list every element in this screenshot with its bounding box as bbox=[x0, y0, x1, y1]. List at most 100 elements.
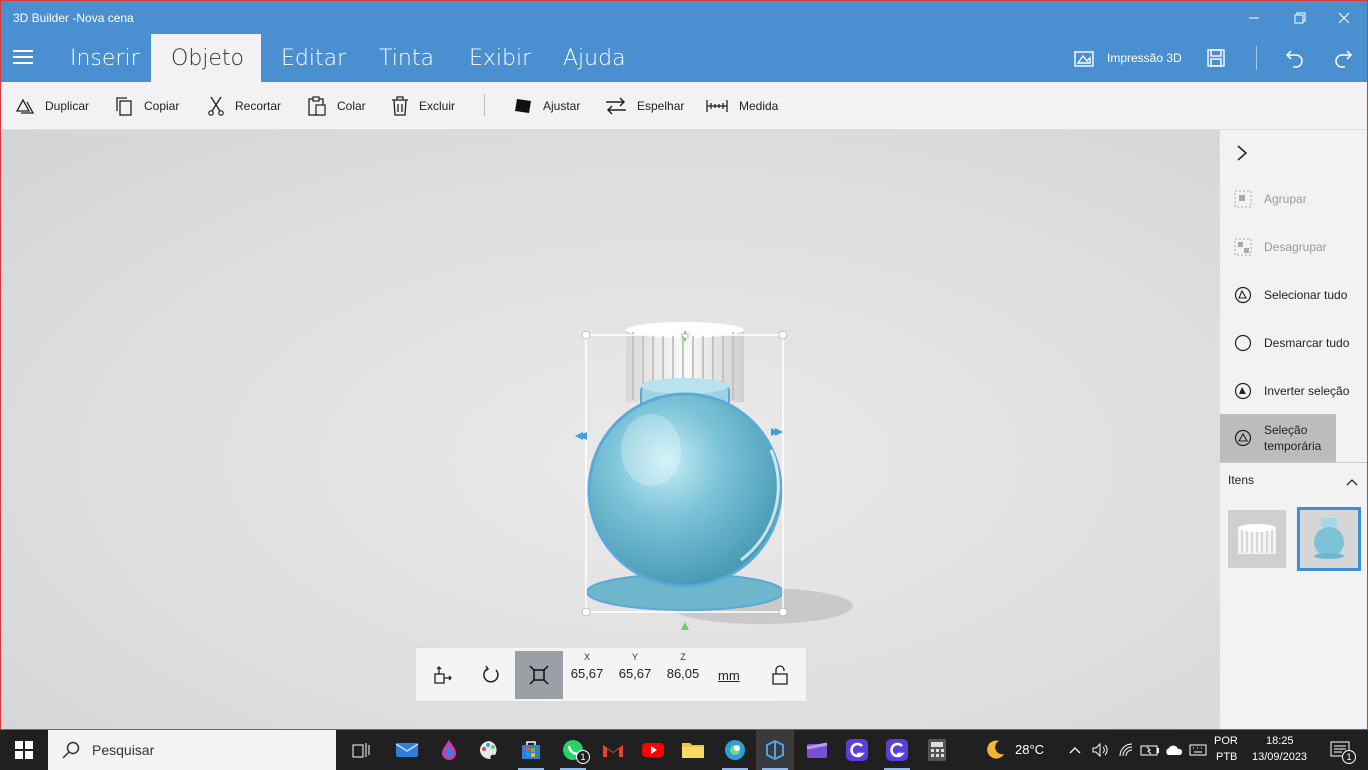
app-g-icon[interactable] bbox=[838, 730, 876, 770]
flask-object[interactable] bbox=[586, 378, 784, 611]
z-coordinate[interactable]: Z 86,05 bbox=[659, 652, 707, 681]
mail-icon[interactable] bbox=[388, 730, 426, 770]
measure-icon bbox=[706, 100, 728, 112]
weather-moon-icon[interactable] bbox=[976, 730, 1014, 770]
flask-thumbnail-icon bbox=[1314, 518, 1344, 559]
3d-viewport[interactable] bbox=[1, 130, 1219, 730]
items-header-label: Itens bbox=[1228, 473, 1255, 487]
hamburger-menu-icon[interactable] bbox=[13, 50, 33, 66]
paint-palette-icon[interactable] bbox=[470, 730, 508, 770]
items-section-header[interactable]: Itens bbox=[1220, 462, 1367, 497]
print-3d-icon bbox=[1074, 51, 1094, 67]
item-thumbnail-cap[interactable] bbox=[1228, 510, 1286, 568]
clock-date[interactable]: 13/09/2023 bbox=[1252, 751, 1307, 763]
rotate-handle-right[interactable] bbox=[771, 428, 783, 436]
x-coordinate[interactable]: X 65,67 bbox=[563, 652, 611, 681]
clock-time[interactable]: 18:25 bbox=[1266, 735, 1294, 747]
whatsapp-icon[interactable]: 1 bbox=[554, 730, 592, 770]
delete-button[interactable]: Excluir bbox=[391, 82, 455, 130]
chevron-up-icon[interactable] bbox=[1346, 478, 1358, 486]
language-code[interactable]: POR bbox=[1214, 735, 1238, 747]
keyboard-icon[interactable] bbox=[1184, 730, 1212, 770]
ungroup-label: Desagrupar bbox=[1264, 240, 1327, 254]
lock-open-icon bbox=[772, 665, 788, 685]
notifications-icon[interactable]: 1 bbox=[1320, 730, 1360, 770]
cut-button[interactable]: Recortar bbox=[207, 82, 281, 130]
collapse-panel-button[interactable] bbox=[1236, 144, 1248, 167]
ungroup-icon bbox=[1234, 238, 1252, 256]
x-value[interactable]: 65,67 bbox=[563, 666, 611, 681]
weather-temperature[interactable]: 28°C bbox=[1015, 742, 1044, 757]
paint-drop-icon[interactable] bbox=[430, 730, 468, 770]
youtube-icon[interactable] bbox=[634, 730, 672, 770]
select-all-label: Selecionar tudo bbox=[1264, 288, 1348, 302]
z-value[interactable]: 86,05 bbox=[659, 666, 707, 681]
temporary-selection-button[interactable]: Seleção temporária bbox=[1220, 414, 1336, 462]
mirror-label: Espelhar bbox=[637, 99, 685, 113]
rotate-handle-left[interactable] bbox=[575, 432, 587, 440]
copy-label: Copiar bbox=[144, 99, 180, 113]
app-g2-icon[interactable] bbox=[878, 730, 916, 770]
deselect-all-button[interactable]: Desmarcar tudo bbox=[1220, 319, 1367, 367]
y-coordinate[interactable]: Y 65,67 bbox=[611, 652, 659, 681]
fit-icon bbox=[515, 99, 531, 113]
duplicate-button[interactable]: Duplicar bbox=[15, 82, 89, 130]
taskbar-search[interactable]: Pesquisar bbox=[48, 730, 336, 770]
store-icon[interactable] bbox=[512, 730, 550, 770]
volume-icon[interactable] bbox=[1086, 730, 1114, 770]
undo-icon bbox=[1285, 50, 1303, 68]
close-button[interactable] bbox=[1321, 1, 1367, 34]
duplicate-icon bbox=[15, 98, 35, 114]
rotate-handle-bottom[interactable] bbox=[681, 622, 689, 630]
temporary-selection-line1: Seleção bbox=[1264, 423, 1308, 437]
start-button[interactable] bbox=[0, 730, 48, 770]
measure-button[interactable]: Medida bbox=[705, 82, 778, 130]
keyboard-layout[interactable]: PTB bbox=[1216, 751, 1237, 763]
3d-builder-taskbar-icon[interactable] bbox=[756, 730, 794, 770]
resize-handle[interactable] bbox=[778, 607, 788, 617]
unit-selector[interactable]: mm bbox=[718, 668, 740, 683]
restore-button[interactable] bbox=[1277, 1, 1323, 34]
print-3d-button[interactable]: Impressão 3D bbox=[1073, 34, 1182, 82]
calculator-icon[interactable] bbox=[918, 730, 956, 770]
tab-ajuda[interactable]: Ajuda bbox=[543, 34, 646, 82]
resize-handle[interactable] bbox=[778, 330, 788, 340]
lock-button[interactable] bbox=[756, 651, 804, 699]
select-all-button[interactable]: Selecionar tudo bbox=[1220, 271, 1367, 319]
whatsapp-badge: 1 bbox=[576, 750, 590, 764]
tab-objeto[interactable]: Objeto bbox=[151, 34, 261, 82]
move-button[interactable] bbox=[419, 651, 467, 699]
clipchamp-icon[interactable] bbox=[798, 730, 836, 770]
task-view-icon[interactable] bbox=[342, 730, 380, 770]
rotate-button[interactable] bbox=[467, 651, 515, 699]
tab-inserir[interactable]: Inserir bbox=[50, 34, 160, 82]
redo-button[interactable] bbox=[1333, 34, 1353, 82]
file-explorer-icon[interactable] bbox=[674, 730, 712, 770]
undo-button[interactable] bbox=[1285, 34, 1305, 82]
scale-button[interactable] bbox=[515, 651, 563, 699]
save-button[interactable] bbox=[1206, 34, 1226, 82]
item-thumbnail-flask[interactable] bbox=[1297, 507, 1361, 571]
windows-logo-icon bbox=[15, 741, 33, 759]
copy-button[interactable]: Copiar bbox=[114, 82, 179, 130]
ungroup-button[interactable]: Desagrupar bbox=[1220, 223, 1367, 271]
edge-icon[interactable] bbox=[716, 730, 754, 770]
tab-editar[interactable]: Editar bbox=[261, 34, 366, 82]
fit-button[interactable]: Ajustar bbox=[513, 82, 580, 130]
paste-label: Colar bbox=[337, 99, 366, 113]
gmail-icon[interactable] bbox=[594, 730, 632, 770]
deselect-all-icon bbox=[1234, 334, 1252, 352]
scene-canvas[interactable] bbox=[1, 130, 1219, 730]
mirror-button[interactable]: Espelhar bbox=[605, 82, 684, 130]
invert-selection-button[interactable]: Inverter seleção bbox=[1220, 367, 1367, 415]
y-value[interactable]: 65,67 bbox=[611, 666, 659, 681]
deselect-all-label: Desmarcar tudo bbox=[1264, 336, 1350, 350]
tab-exibir[interactable]: Exibir bbox=[449, 34, 551, 82]
minimize-button[interactable] bbox=[1231, 1, 1277, 34]
group-button[interactable]: Agrupar bbox=[1220, 175, 1367, 223]
resize-handle[interactable] bbox=[581, 330, 591, 340]
tab-tinta[interactable]: Tinta bbox=[359, 34, 454, 82]
paste-button[interactable]: Colar bbox=[307, 82, 366, 130]
resize-handle[interactable] bbox=[581, 607, 591, 617]
app-window: 3D Builder -Nova cena Inserir Objeto Edi… bbox=[0, 0, 1368, 730]
